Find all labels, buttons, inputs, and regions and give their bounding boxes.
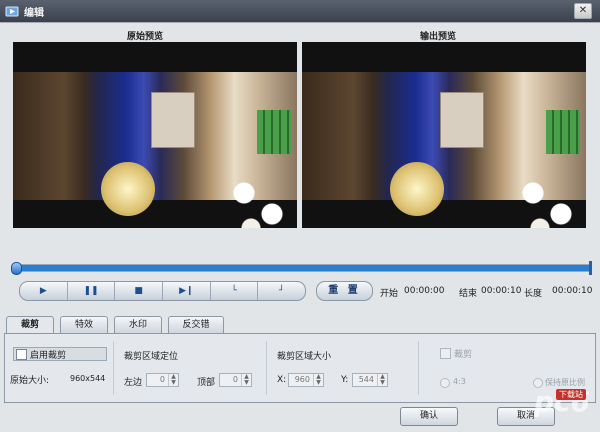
original-size-label: 原始大小: <box>10 376 50 386</box>
title-bar: 编辑 ✕ <box>0 0 600 22</box>
enable-crop-checkbox[interactable] <box>16 349 27 360</box>
reset-button[interactable]: 重 置 <box>316 281 373 301</box>
separator <box>113 341 114 395</box>
play-button[interactable]: ▶ <box>20 282 68 300</box>
left-label: 左边 <box>124 378 143 388</box>
original-preview-label: 原始预览 <box>127 32 164 42</box>
left-value: 0 <box>159 375 165 384</box>
top-value: 0 <box>232 375 238 384</box>
watermark-subtext: 下载站 <box>556 389 586 400</box>
spinner-arrows-icon[interactable]: ▲ ▼ <box>313 374 323 386</box>
ratio-4-3-label: 4:3 <box>453 377 466 386</box>
y-spinner[interactable]: 544 ▲ ▼ <box>352 373 388 387</box>
ratio-4-3-radio[interactable] <box>440 378 450 388</box>
length-time: 00:00:10 <box>552 286 593 296</box>
confirm-button[interactable]: 确认 <box>400 407 458 426</box>
spinner-arrows-icon[interactable]: ▲ ▼ <box>241 374 251 386</box>
crop-size-title: 裁剪区域大小 <box>277 352 332 362</box>
seek-end-handle[interactable] <box>589 261 592 275</box>
y-label: Y: <box>341 375 349 385</box>
output-preview-video <box>302 42 586 228</box>
close-button[interactable]: ✕ <box>574 3 592 19</box>
top-spinner[interactable]: 0 ▲ ▼ <box>219 373 252 387</box>
tab-bar: 裁剪 特效 水印 反交错 <box>6 316 230 334</box>
y-value: 544 <box>358 375 374 384</box>
app-icon <box>5 6 19 17</box>
seek-bar[interactable] <box>11 261 592 275</box>
x-spinner[interactable]: 960 ▲ ▼ <box>288 373 324 387</box>
crop-option-checkbox[interactable] <box>440 348 451 359</box>
output-preview-label: 输出预览 <box>420 32 457 42</box>
close-icon: ✕ <box>578 5 588 16</box>
set-end-button[interactable]: ┘ <box>258 282 305 300</box>
length-label: 长度 <box>524 289 543 299</box>
playback-controls: ▶ ❚❚ ■ ▶❙ └ ┘ <box>19 281 306 301</box>
set-start-button[interactable]: └ <box>211 282 259 300</box>
next-frame-icon: ▶❙ <box>179 286 194 296</box>
end-label: 结束 <box>459 289 478 299</box>
separator <box>266 341 267 395</box>
crop-option-label: 裁剪 <box>454 350 473 360</box>
original-size-value: 960x544 <box>70 374 106 383</box>
spinner-arrows-icon[interactable]: ▲ ▼ <box>377 374 387 386</box>
x-label: X: <box>277 375 287 385</box>
mark-end-icon: ┘ <box>278 286 285 296</box>
tab-effects[interactable]: 特效 <box>60 316 108 333</box>
seek-bar-track <box>15 265 589 271</box>
end-time: 00:00:10 <box>481 286 522 296</box>
next-frame-button[interactable]: ▶❙ <box>163 282 211 300</box>
top-label: 顶部 <box>197 378 216 388</box>
pause-button[interactable]: ❚❚ <box>68 282 116 300</box>
play-icon: ▶ <box>39 286 47 296</box>
separator <box>418 341 419 395</box>
x-value: 960 <box>294 375 310 384</box>
start-label: 开始 <box>380 289 399 299</box>
left-spinner[interactable]: 0 ▲ ▼ <box>146 373 179 387</box>
start-time: 00:00:00 <box>404 286 445 296</box>
enable-crop-label: 启用裁剪 <box>30 351 67 361</box>
crop-panel <box>4 333 596 403</box>
seek-start-handle[interactable] <box>11 262 22 275</box>
stop-button[interactable]: ■ <box>115 282 164 300</box>
stop-icon: ■ <box>134 286 143 296</box>
pause-icon: ❚❚ <box>83 286 99 296</box>
window-title: 编辑 <box>24 8 44 19</box>
tab-watermark[interactable]: 水印 <box>114 316 162 333</box>
tab-crop[interactable]: 裁剪 <box>6 316 54 334</box>
original-preview-video <box>13 42 297 228</box>
tab-deinterlace[interactable]: 反交错 <box>168 316 224 333</box>
mark-start-icon: └ <box>231 286 237 296</box>
crop-position-title: 裁剪区域定位 <box>124 352 179 362</box>
spinner-arrows-icon[interactable]: ▲ ▼ <box>168 374 178 386</box>
